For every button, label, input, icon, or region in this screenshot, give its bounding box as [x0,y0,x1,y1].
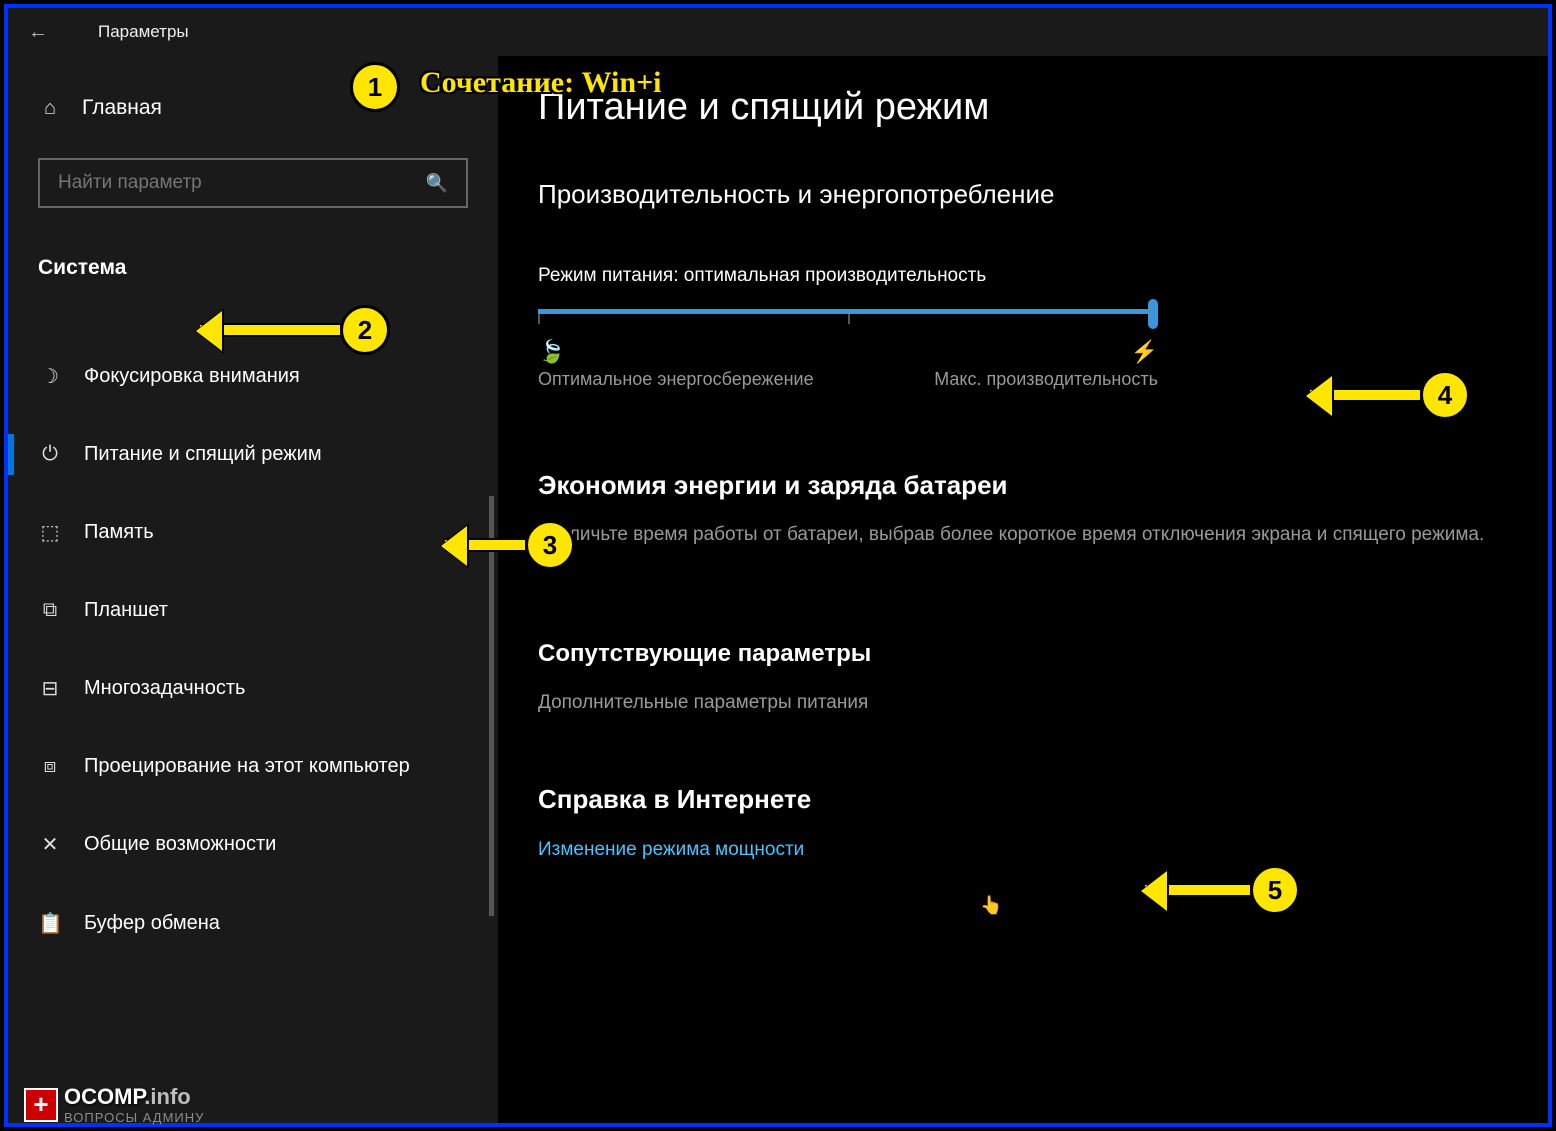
sidebar-item-focus-assist[interactable]: ☽ Фокусировка внимания [38,350,468,403]
sidebar-item-power-sleep[interactable]: ⏻ Питание и спящий режим [38,429,468,480]
slider-left-label: Оптимальное энергосбережение [538,369,814,390]
slider-icons: 🍃 ⚡ [538,339,1158,365]
annotation-arrow-3 [445,538,525,552]
leaf-icon: 🍃 [538,339,565,365]
home-icon: ⌂ [38,97,62,120]
watermark: + OCOMP.info ВОПРОСЫ АДМИНУ [24,1084,204,1125]
annotation-badge-4: 4 [1420,370,1470,420]
slider-tick [538,314,540,324]
sidebar-item-label: Многозадачность [84,677,245,700]
cursor-icon: 👆 [980,895,1002,916]
content-pane: Питание и спящий режим Производительност… [498,56,1548,1123]
search-box[interactable]: 🔍 [38,158,468,208]
page-title: Питание и спящий режим [538,86,1498,129]
annotation-badge-1: 1 [350,62,400,112]
storage-icon: ⬚ [38,520,62,545]
annotation-badge-3: 3 [525,520,575,570]
slider-tick [848,314,850,324]
annotation-arrow-5 [1145,883,1250,897]
multitasking-icon: ⊟ [38,676,62,701]
slider-thumb[interactable] [1148,299,1158,329]
sidebar-item-label: Буфер обмена [84,912,220,935]
lightning-icon: ⚡ [1131,339,1158,365]
sidebar-item-label: Планшет [84,599,168,622]
titlebar: ← Параметры [8,8,1548,56]
sidebar-item-multitasking[interactable]: ⊟ Многозадачность [38,662,468,715]
related-heading: Сопутствующие параметры [538,640,1498,668]
power-slider[interactable] [538,309,1158,314]
search-icon: 🔍 [426,173,448,194]
tablet-icon: ⧉ [38,599,62,622]
sidebar-item-tablet[interactable]: ⧉ Планшет [38,585,468,636]
power-icon: ⏻ [38,443,62,466]
sidebar-home[interactable]: ⌂ Главная [38,96,468,120]
battery-heading: Экономия энергии и заряда батареи [538,470,1498,501]
window-title: Параметры [98,22,189,42]
help-link[interactable]: Изменение режима мощности [538,839,1498,861]
sidebar-item-label: Общие возможности [84,833,276,856]
sidebar: ⌂ Главная 🔍 Система ☽ Фокусировка вниман… [8,56,498,1123]
annotation-badge-2: 2 [340,305,390,355]
help-heading: Справка в Интернете [538,784,1498,815]
sidebar-item-projecting[interactable]: ⧈ Проецирование на этот компьютер [38,741,468,792]
power-mode-label: Режим питания: оптимальная производитель… [538,265,1498,287]
sidebar-item-shared[interactable]: ✕ Общие возможности [38,818,468,871]
annotation-arrow-2 [200,323,340,337]
clipboard-icon: 📋 [38,911,62,936]
search-input[interactable] [58,172,426,194]
sidebar-item-label: Проецирование на этот компьютер [84,755,410,778]
shared-icon: ✕ [38,832,62,857]
plus-icon: + [24,1088,58,1122]
sidebar-item-clipboard[interactable]: 📋 Буфер обмена [38,897,468,950]
moon-icon: ☽ [38,364,62,389]
home-label: Главная [82,96,162,120]
sidebar-item-label: Память [84,521,154,544]
projecting-icon: ⧈ [38,755,62,778]
sidebar-item-label: Питание и спящий режим [84,443,322,466]
watermark-text: OCOMP.info ВОПРОСЫ АДМИНУ [64,1084,204,1125]
additional-power-link[interactable]: Дополнительные параметры питания [538,692,1498,714]
slider-labels: Оптимальное энергосбережение Макс. произ… [538,369,1158,390]
sidebar-item-label: Фокусировка внимания [84,365,300,388]
body: ⌂ Главная 🔍 Система ☽ Фокусировка вниман… [8,56,1548,1123]
sidebar-category: Система [38,256,468,280]
scrollbar[interactable] [489,496,494,916]
annotation-arrow-4 [1310,388,1420,402]
perf-heading: Производительность и энергопотребление [538,179,1498,210]
settings-window: ← Параметры ⌂ Главная 🔍 Система ☽ Фокуси… [4,4,1552,1127]
sidebar-item-storage[interactable]: ⬚ Память [38,506,468,559]
slider-right-label: Макс. производительность [934,369,1158,390]
back-button[interactable]: ← [28,21,48,44]
battery-desc: Увеличьте время работы от батареи, выбра… [538,521,1498,550]
annotation-badge-5: 5 [1250,865,1300,915]
annotation-text-1: Сочетание: Win+i [420,66,662,100]
